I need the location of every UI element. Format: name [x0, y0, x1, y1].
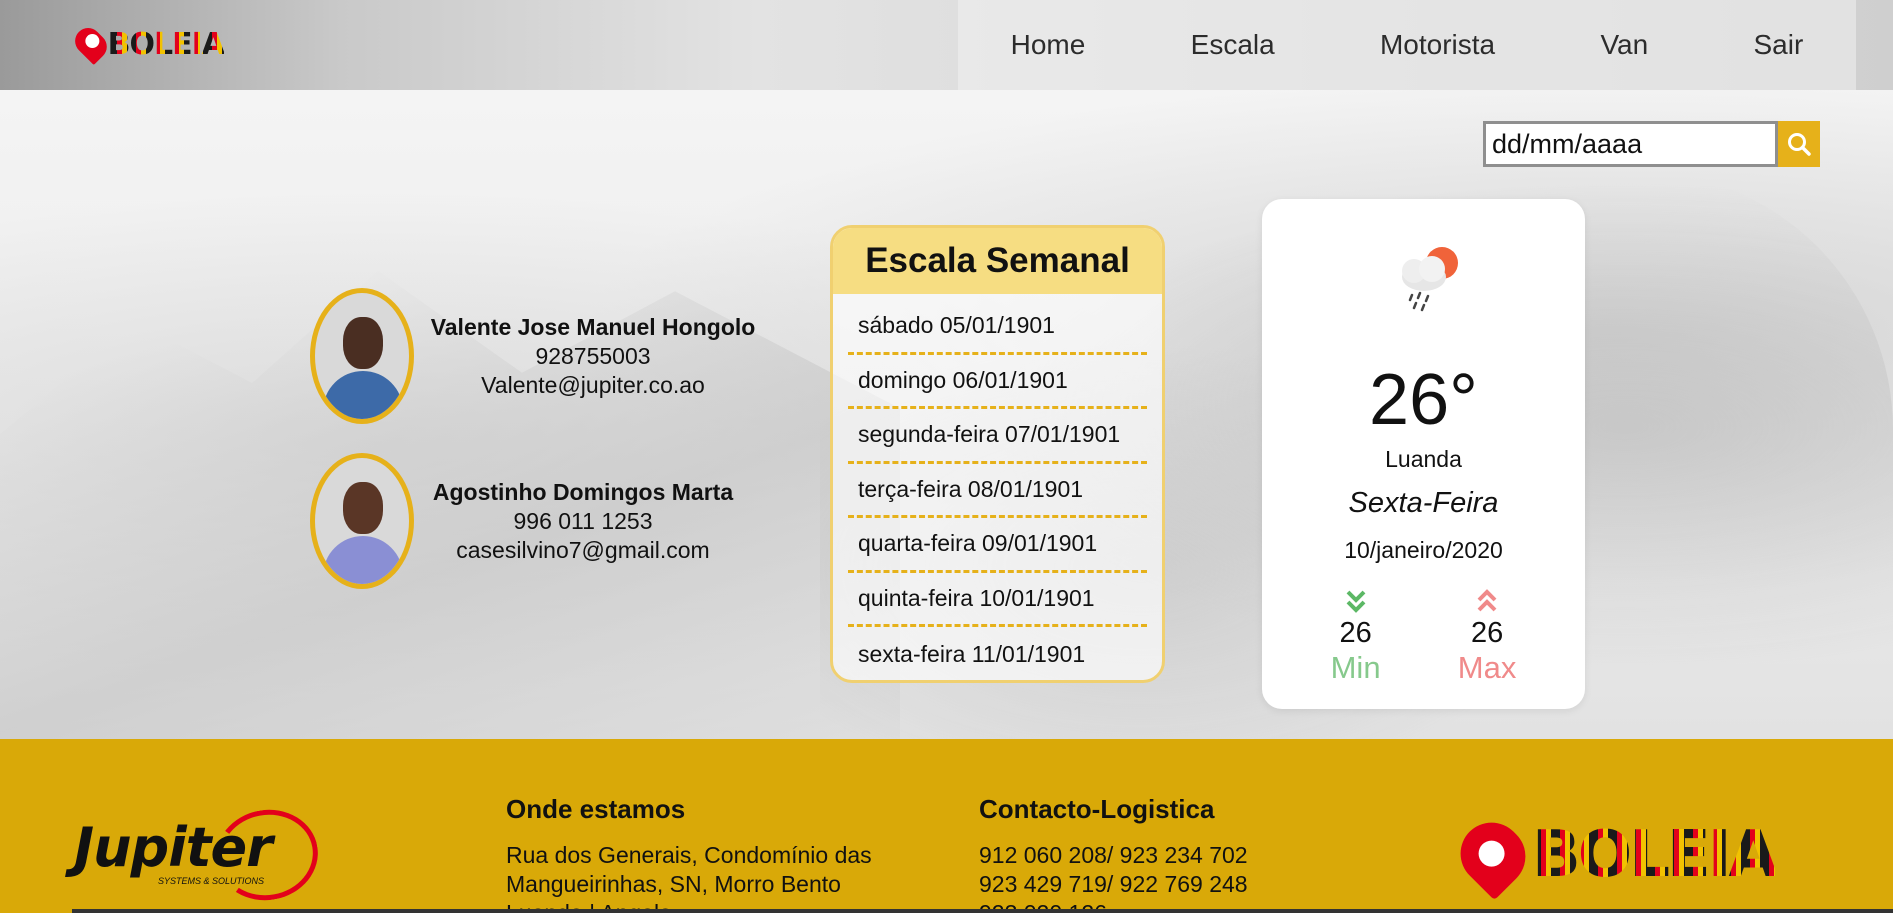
schedule-day[interactable]: quarta-feira 09/01/1901	[848, 518, 1147, 573]
schedule-day[interactable]: sábado 05/01/1901	[848, 300, 1147, 355]
nav-escala[interactable]: Escala	[1191, 29, 1275, 61]
max-temp-value: 26	[1470, 617, 1504, 649]
rain-cloud-sun-icon	[1402, 247, 1458, 312]
location-title: Onde estamos	[506, 794, 686, 824]
avatar-head	[343, 482, 383, 534]
location-pin-icon	[69, 22, 112, 66]
schedule-day[interactable]: sexta-feira 11/01/1901	[848, 627, 1147, 680]
weather-date: 10/janeiro/2020	[1344, 537, 1503, 563]
driver-info: Agostinho Domingos Marta 996 011 1253 ca…	[428, 478, 738, 565]
driver-phone: 928755003	[535, 342, 651, 369]
weather-card: 26° Luanda Sexta-Feira 10/janeiro/2020 2…	[1262, 199, 1585, 709]
driver-email: Valente@jupiter.co.ao	[481, 371, 705, 398]
address-line: Mangueirinhas, SN, Morro Bento	[506, 871, 841, 897]
main-nav: Home Escala Motorista Van Sair	[958, 22, 1856, 68]
driver-card: Valente Jose Manuel Hongolo 928755003 Va…	[310, 288, 758, 424]
boleia-footer-logo[interactable]: BOLEIA	[1447, 809, 1778, 901]
nav-motorista[interactable]: Motorista	[1380, 29, 1495, 61]
avatar-head	[343, 317, 383, 369]
jupiter-tagline: SYSTEMS & SOLUTIONS	[158, 876, 265, 886]
schedule-list: sábado 05/01/1901 domingo 06/01/1901 seg…	[833, 294, 1162, 680]
driver-phone: 996 011 1253	[513, 507, 653, 534]
schedule-day[interactable]: quinta-feira 10/01/1901	[848, 573, 1147, 627]
nav-home[interactable]: Home	[1011, 29, 1086, 61]
driver-name: Agostinho Domingos Marta	[432, 478, 734, 505]
nav-van[interactable]: Van	[1600, 29, 1648, 61]
chevrons-down-icon	[1346, 590, 1365, 613]
top-navbar: BOLEIA Home Escala Motorista Van Sair	[0, 0, 1893, 90]
search-button[interactable]	[1778, 121, 1820, 167]
schedule-title: Escala Semanal	[833, 228, 1162, 294]
contact-phone-line: 912 060 208/ 923 234 702	[979, 842, 1248, 868]
logo-text: BOLEIA	[107, 26, 225, 62]
driver-name: Valente Jose Manuel Hongolo	[430, 313, 756, 340]
avatar	[310, 288, 414, 424]
contact-phone-line: 923 429 719/ 922 769 248	[979, 871, 1248, 897]
min-temp: 26 Min	[1331, 589, 1381, 686]
driver-card: Agostinho Domingos Marta 996 011 1253 ca…	[310, 453, 738, 589]
avatar-body	[323, 371, 403, 419]
address-line: Rua dos Generais, Condomínio das	[506, 842, 872, 868]
driver-email: casesilvino7@gmail.com	[456, 536, 710, 563]
weekday: Sexta-Feira	[1348, 487, 1499, 519]
max-temp-label: Max	[1457, 650, 1517, 685]
min-max-temps: 26 Min 26 Max	[1262, 589, 1585, 686]
nav-sair[interactable]: Sair	[1753, 29, 1803, 61]
city-name: Luanda	[1385, 446, 1462, 472]
min-temp-value: 26	[1339, 617, 1372, 649]
boleia-logo[interactable]: BOLEIA	[69, 22, 225, 66]
footer-bottom-line	[72, 909, 1893, 913]
driver-info: Valente Jose Manuel Hongolo 928755003 Va…	[428, 313, 758, 400]
location-pin-icon	[1447, 809, 1539, 901]
min-temp-label: Min	[1330, 650, 1381, 685]
search-icon	[1788, 133, 1811, 156]
avatar-body	[323, 536, 403, 584]
schedule-day[interactable]: segunda-feira 07/01/1901	[848, 409, 1147, 464]
jupiter-logo-text: Jupiter	[74, 816, 273, 879]
max-temp: 26 Max	[1457, 589, 1517, 686]
boleia-footer-logo-text: BOLEIA	[1532, 818, 1778, 892]
schedule-day[interactable]: terça-feira 08/01/1901	[848, 464, 1147, 518]
footer: Jupiter SYSTEMS & SOLUTIONS Onde estamos…	[0, 739, 1893, 913]
contact-title: Contacto-Logistica	[979, 794, 1215, 824]
temperature: 26°	[1369, 360, 1478, 440]
jupiter-logo[interactable]: Jupiter SYSTEMS & SOLUTIONS	[74, 801, 326, 909]
chevrons-up-icon	[1477, 589, 1497, 612]
weekly-schedule-card: Escala Semanal sábado 05/01/1901 domingo…	[830, 225, 1165, 683]
schedule-day[interactable]: domingo 06/01/1901	[848, 355, 1147, 409]
date-search-input[interactable]	[1483, 121, 1778, 167]
avatar	[310, 453, 414, 589]
